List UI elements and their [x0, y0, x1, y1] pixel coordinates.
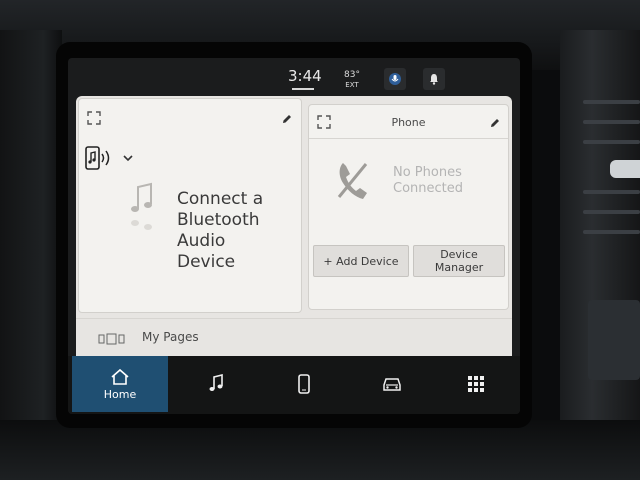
audio-card[interactable]: Connect a Bluetooth Audio Device: [78, 98, 302, 313]
phone-icon: [298, 374, 310, 394]
infotainment-screen: 3:44 83° EXT Connect a Bluetooth Audio D…: [68, 58, 520, 414]
air-vent-slat: [583, 210, 640, 214]
phone-card-title: Phone: [391, 116, 426, 129]
home-icon: [111, 368, 129, 385]
header-divider: [309, 138, 508, 139]
phone-card[interactable]: Phone No Phones Connected + Add Device D…: [308, 104, 509, 310]
clock-underline: [292, 88, 314, 90]
apps-grid-icon: [468, 376, 484, 392]
no-phones-status: No Phones Connected: [393, 165, 464, 196]
dashboard-left: [0, 30, 62, 480]
vehicle-icon: [383, 378, 401, 391]
clock[interactable]: 3:44: [288, 67, 322, 85]
status-bar: 3:44 83° EXT: [68, 58, 520, 96]
air-vent-knob: [610, 160, 640, 178]
notification-bell-icon[interactable]: [423, 68, 445, 90]
music-note-icon: [131, 182, 152, 230]
chevron-down-icon[interactable]: [123, 154, 133, 162]
air-vent-slat: [583, 120, 640, 124]
nav-home[interactable]: Home: [72, 356, 168, 412]
nav-apps[interactable]: [432, 356, 520, 412]
phone-audio-icon[interactable]: [85, 146, 115, 170]
voice-assistant-icon[interactable]: [384, 68, 406, 90]
bottom-navigation: Home: [68, 356, 520, 414]
my-pages-bar[interactable]: My Pages: [76, 318, 512, 357]
temperature-value: 83°: [344, 70, 360, 80]
edit-pencil-icon[interactable]: [281, 113, 293, 125]
air-vent-slat: [583, 230, 640, 234]
outside-temperature: 83° EXT: [344, 70, 360, 90]
dashboard-right: [560, 30, 640, 480]
expand-icon[interactable]: [87, 111, 101, 125]
add-device-button[interactable]: + Add Device: [313, 245, 409, 277]
device-manager-button[interactable]: Device Manager: [413, 245, 505, 277]
dashboard-bottom: [0, 420, 640, 480]
dashboard-side-panel: [588, 300, 640, 380]
home-content: Connect a Bluetooth Audio Device Phone N…: [76, 96, 512, 356]
nav-phone[interactable]: [260, 356, 348, 412]
air-vent-slat: [583, 100, 640, 104]
bluetooth-connect-message: Connect a Bluetooth Audio Device: [177, 189, 264, 272]
pages-icon: [98, 333, 125, 345]
nav-vehicle[interactable]: [348, 356, 436, 412]
phone-disconnected-icon: [337, 163, 368, 199]
nav-media[interactable]: [172, 356, 260, 412]
temperature-label: EXT: [345, 81, 359, 89]
air-vent-slat: [583, 190, 640, 194]
music-note-icon: [209, 374, 223, 391]
edit-pencil-icon[interactable]: [489, 117, 501, 129]
nav-home-label: Home: [103, 387, 137, 401]
my-pages-label: My Pages: [142, 330, 199, 344]
air-vent-slat: [583, 140, 640, 144]
